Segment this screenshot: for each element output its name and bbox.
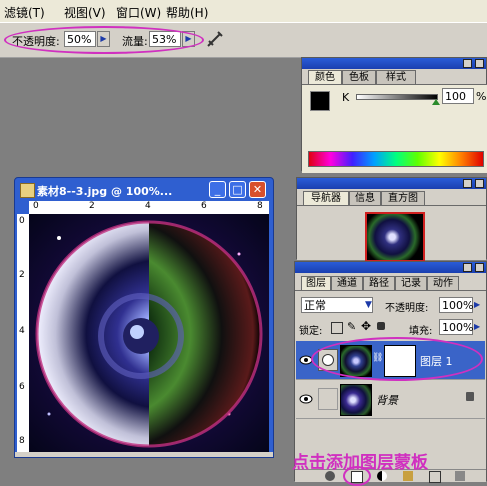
lock-transparency-icon[interactable] [331, 322, 343, 334]
minimize-icon[interactable] [463, 263, 472, 272]
close-button[interactable]: ✕ [249, 181, 266, 198]
ruler-label: 2 [19, 270, 25, 280]
menu-filter[interactable]: 滤镜(T) [4, 4, 45, 21]
lock-label: 锁定: [299, 326, 323, 337]
close-icon[interactable] [475, 59, 484, 68]
tab-layers[interactable]: 图层 [301, 276, 331, 290]
navigator-palette: 导航器 信息 直方图 [296, 177, 487, 262]
layer-opacity-label: 不透明度: [385, 303, 429, 314]
ruler-left: 0 2 4 6 8 [17, 214, 29, 452]
tab-styles[interactable]: 样式 [376, 70, 416, 84]
annotation-ellipse-options [4, 26, 204, 54]
blend-mode-select[interactable]: 正常 [301, 297, 373, 313]
tab-histogram[interactable]: 直方图 [381, 191, 425, 205]
document-icon [20, 183, 35, 198]
eye-icon[interactable] [298, 392, 314, 406]
minimize-icon[interactable] [463, 179, 472, 188]
layer-row-background[interactable]: 背景 [296, 380, 485, 419]
ruler-label: 8 [257, 201, 263, 211]
menu-view[interactable]: 视图(V) [64, 4, 106, 21]
options-bar: 不透明度: 50% ▶ 流量: 53% ▶ [0, 23, 487, 58]
document-statusbar [15, 452, 273, 457]
layer-thumbnail[interactable] [340, 384, 372, 416]
color-spectrum-bar[interactable] [308, 151, 484, 167]
fill-field[interactable]: 100% [439, 319, 473, 335]
navigator-body [297, 205, 486, 262]
tab-actions[interactable]: 动作 [427, 276, 459, 290]
palette-titlebar [297, 178, 486, 189]
chevron-down-icon[interactable]: ▼ [365, 297, 375, 313]
menu-help[interactable]: 帮助(H) [166, 4, 208, 21]
tab-channels[interactable]: 通道 [331, 276, 363, 290]
layer-link-slot[interactable] [318, 388, 338, 410]
slider-thumb-icon[interactable] [432, 99, 440, 105]
ruler-label: 6 [201, 201, 207, 211]
tab-paths[interactable]: 路径 [363, 276, 395, 290]
layer-name[interactable]: 背景 [376, 392, 398, 408]
color-palette: 颜色 色板 样式 K 100 % [301, 57, 487, 173]
tab-swatches[interactable]: 色板 [342, 70, 376, 84]
navigator-thumbnail[interactable] [365, 212, 425, 262]
annotation-ellipse-layer [311, 337, 483, 381]
tab-navigator[interactable]: 导航器 [303, 191, 349, 205]
document-window: 素材8--3.jpg @ 100%... _ □ ✕ 0 2 4 6 8 0 2… [14, 177, 274, 458]
trash-icon[interactable] [455, 471, 465, 481]
lock-icon [466, 392, 474, 401]
menu-bar: 滤镜(T) 视图(V) 窗口(W) 帮助(H) [0, 0, 487, 23]
tab-color[interactable]: 颜色 [308, 70, 342, 84]
minimize-button[interactable]: _ [209, 181, 226, 198]
ruler-label: 8 [19, 436, 25, 446]
color-panel-body: K 100 % [302, 84, 487, 173]
orb-artwork [29, 214, 269, 452]
fill-arrow-icon[interactable]: ▶ [474, 319, 484, 335]
new-layer-icon[interactable] [429, 471, 441, 483]
channel-slider[interactable] [356, 94, 438, 100]
ruler-top: 0 2 4 6 8 [29, 201, 269, 214]
close-icon[interactable] [475, 179, 484, 188]
tab-info[interactable]: 信息 [349, 191, 381, 205]
tab-history[interactable]: 记录 [395, 276, 427, 290]
fill-label: 填充: [409, 326, 433, 337]
lock-all-icon[interactable] [377, 322, 385, 330]
ruler-label: 4 [19, 326, 25, 336]
ruler-label: 4 [145, 201, 151, 211]
close-icon[interactable] [475, 263, 484, 272]
annotation-caption: 点击添加图层蒙板 [292, 453, 428, 473]
ruler-label: 2 [89, 201, 95, 211]
document-title: 素材8--3.jpg @ 100%... [37, 185, 173, 198]
maximize-button[interactable]: □ [229, 181, 246, 198]
ruler-label: 0 [19, 216, 25, 226]
foreground-swatch[interactable] [310, 91, 330, 111]
channel-label: K [342, 91, 350, 104]
lock-brush-icon[interactable]: ✎ [347, 320, 356, 333]
opacity-arrow-icon[interactable]: ▶ [474, 297, 484, 313]
channel-field[interactable]: 100 [442, 88, 474, 104]
minimize-icon[interactable] [463, 59, 472, 68]
airbrush-icon[interactable] [205, 29, 225, 49]
channel-unit: % [476, 90, 487, 103]
ruler-label: 0 [33, 201, 39, 211]
lock-move-icon[interactable]: ✥ [361, 319, 371, 333]
palette-titlebar [302, 58, 486, 69]
palette-titlebar [295, 262, 486, 273]
ruler-label: 6 [19, 382, 25, 392]
menu-window[interactable]: 窗口(W) [116, 4, 161, 21]
layer-opacity-field[interactable]: 100% [439, 297, 473, 313]
image-canvas[interactable] [29, 214, 269, 452]
